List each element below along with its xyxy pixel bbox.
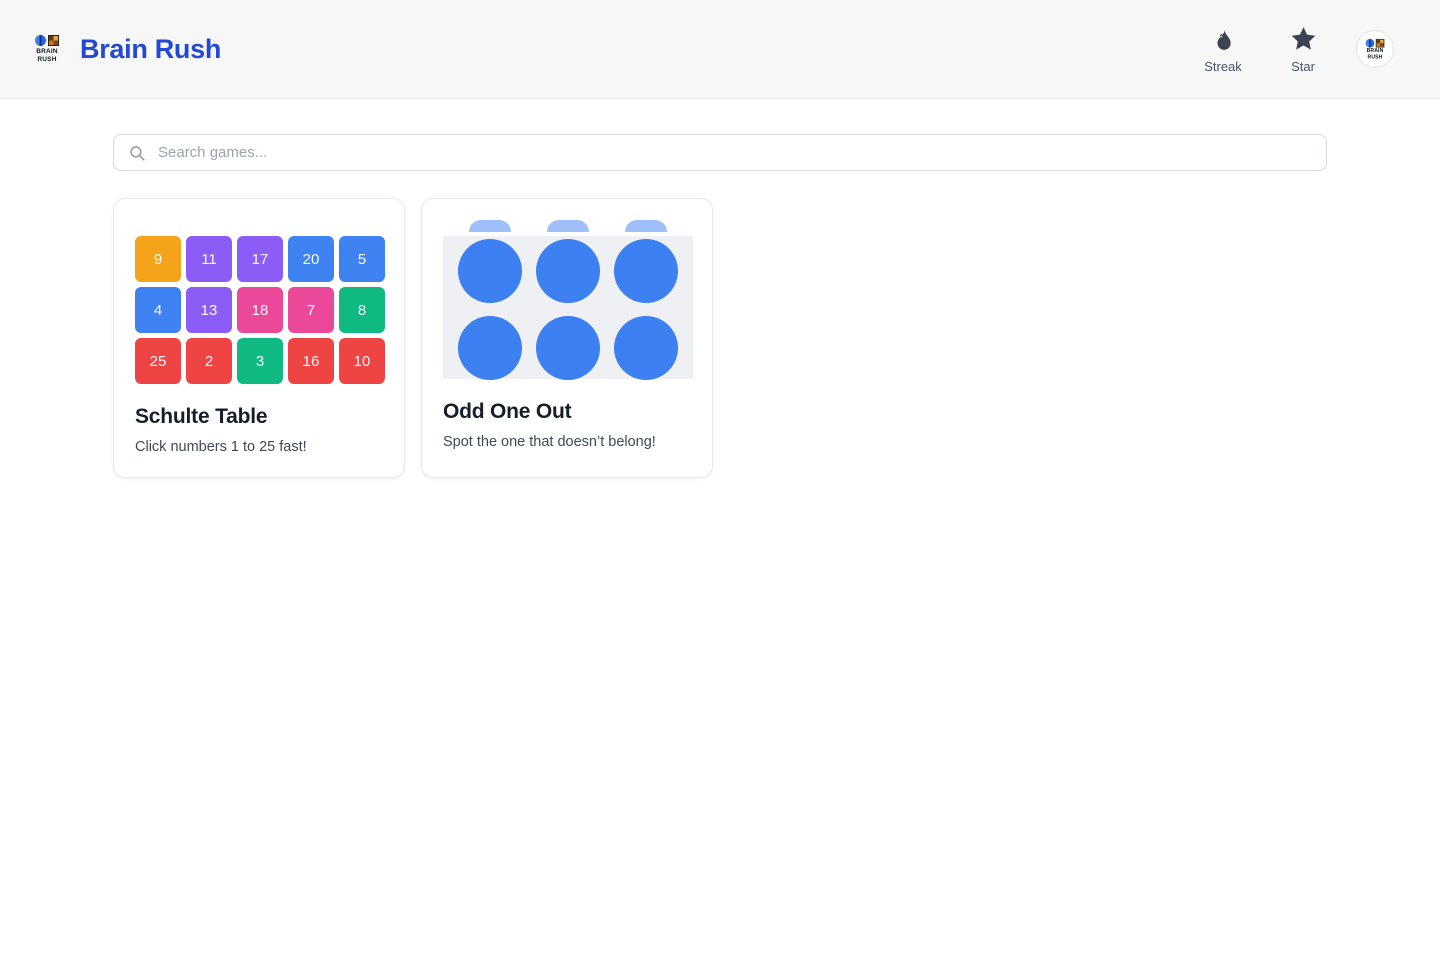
app-header: BRAIN RUSH Brain Rush Streak Star BRAIN …	[0, 0, 1440, 99]
game-card-schulte[interactable]: 9 11 17 20 5 4 13 18 7 8 25 2 3 16 10 Schulte Table Cl…	[113, 198, 405, 478]
card-subtitle: Spot the one that doesn’t belong!	[443, 434, 656, 450]
main-content: 91117205 4131878 25231610 Schulte Table Cl…	[113, 134, 1327, 478]
circle-shape	[458, 239, 522, 303]
schulte-tile: 25	[135, 338, 181, 384]
logo-text-line2: RUSH	[1367, 54, 1383, 60]
star-button[interactable]: Star	[1276, 25, 1330, 74]
logo-brain-icon	[1365, 38, 1375, 47]
schulte-tile: 4	[135, 287, 181, 333]
star-label: Star	[1291, 58, 1315, 74]
logo-grid-icon	[1375, 38, 1385, 47]
logo-grid-icon	[48, 35, 59, 47]
search-icon	[128, 144, 146, 162]
card-title: Odd One Out	[443, 400, 572, 423]
circle-arc-shape	[625, 220, 667, 232]
header-nav: Streak Star BRAIN RUSH	[1196, 25, 1394, 74]
schulte-preview: 9 11 17 20 5 4 13 18 7 8 25 2 3 16 10	[135, 236, 385, 384]
logo-brain-icon	[35, 35, 46, 47]
schulte-tile: 8	[339, 287, 385, 333]
logo-text-line1: BRAIN	[1366, 47, 1384, 54]
odd-one-out-preview	[443, 220, 693, 380]
schulte-tile: 7	[288, 287, 334, 333]
schulte-tile: 2	[186, 338, 232, 384]
schulte-tile: 17	[237, 236, 283, 282]
circle-shape	[536, 316, 600, 380]
avatar-logo-icon: BRAIN RUSH	[1362, 38, 1389, 60]
flame-icon	[1210, 25, 1236, 53]
schulte-tile: 20	[288, 236, 334, 282]
streak-label: Streak	[1204, 58, 1242, 74]
circle-shape	[614, 316, 678, 380]
search-bar	[113, 134, 1327, 171]
circle-arc-shape	[547, 220, 589, 232]
schulte-tile: 18	[237, 287, 283, 333]
streak-button[interactable]: Streak	[1196, 25, 1250, 74]
schulte-tile: 11	[186, 236, 232, 282]
brand[interactable]: BRAIN RUSH Brain Rush	[30, 34, 221, 65]
circle-arc-shape	[469, 220, 511, 232]
star-icon	[1289, 25, 1318, 53]
app-title: Brain Rush	[80, 33, 222, 64]
logo-text-line2: RUSH	[37, 55, 57, 63]
game-card-list: 9 11 17 20 5 4 13 18 7 8 25 2 3 16 10 Schulte Table Cl…	[113, 198, 1327, 478]
logo-text-line1: BRAIN	[36, 47, 58, 55]
odd-circles	[443, 239, 693, 380]
schulte-tile: 13	[186, 287, 232, 333]
card-subtitle: Click numbers 1 to 25 fast!	[135, 439, 307, 455]
circle-shape	[614, 239, 678, 303]
schulte-tile: 10	[339, 338, 385, 384]
game-card-odd-one-out[interactable]: Odd One Out Spot the one that doesn’t be…	[421, 198, 713, 478]
search-input[interactable]	[113, 134, 1327, 171]
app-logo-icon: BRAIN RUSH	[30, 35, 64, 64]
schulte-tile: 9	[135, 236, 181, 282]
schulte-tile: 3	[237, 338, 283, 384]
schulte-tile: 16	[288, 338, 334, 384]
card-title: Schulte Table	[135, 405, 268, 428]
user-avatar[interactable]: BRAIN RUSH	[1356, 30, 1394, 68]
circle-shape	[458, 316, 522, 380]
schulte-tile: 5	[339, 236, 385, 282]
circle-shape	[536, 239, 600, 303]
